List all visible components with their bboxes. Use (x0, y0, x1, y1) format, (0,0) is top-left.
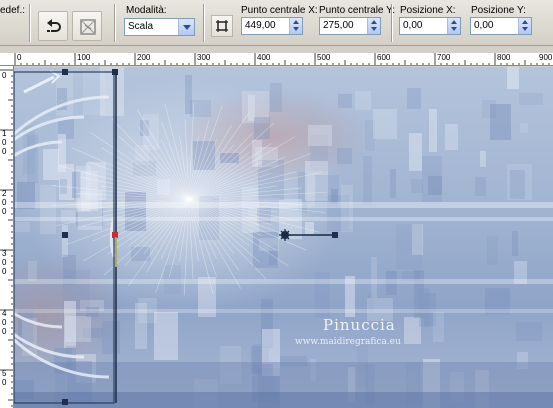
ruler-v-label: 0 (2, 207, 7, 216)
toolbar-separator (203, 4, 205, 42)
ruler-v-label: 3 (2, 249, 7, 258)
pos-x-spinner[interactable] (447, 18, 460, 34)
center-x-spinner[interactable] (289, 18, 302, 34)
ruler-v-label: 2 (2, 189, 7, 198)
watermark-title: Pinuccia (323, 316, 396, 334)
ruler-v-label: 0 (2, 327, 7, 336)
pos-x-field[interactable]: 0,00 (399, 17, 461, 35)
pos-y-spinner[interactable] (518, 18, 531, 34)
ruler-h-label: 500 (317, 53, 331, 62)
center-y-spinner[interactable] (367, 18, 380, 34)
ruler-h-label: 200 (137, 53, 151, 62)
pos-x-label: Posizione X: (400, 5, 456, 16)
pos-y-label: Posizione Y: (471, 5, 526, 16)
horizontal-ruler[interactable]: 0 100 200 300 400 500 600 700 800 900 (0, 53, 553, 66)
handle-top (62, 69, 68, 75)
ruler-v-label: 0 (2, 258, 7, 267)
texture-blocks (14, 67, 543, 408)
reset-transform-icon (80, 19, 96, 35)
toolbar-gap (0, 46, 553, 53)
ruler-v-label: 0 (2, 138, 7, 147)
ruler-v-label: 0 (2, 147, 7, 156)
center-x-value: 449,00 (245, 20, 276, 31)
ruler-v-label: 5 (2, 369, 7, 378)
image-canvas[interactable]: Pinuccia www.maidiregrafica.eu (14, 67, 553, 408)
fit-canvas-button[interactable] (211, 15, 233, 37)
rotate-button[interactable] (38, 11, 68, 41)
reset-transform-button[interactable] (72, 11, 102, 41)
ruler-v-label: 0 (2, 198, 7, 207)
toolbar-separator (114, 4, 116, 42)
ruler-v-label: 0 (2, 378, 7, 387)
ruler-ticks (0, 69, 13, 407)
vertical-ruler[interactable]: 0 1 0 0 2 0 0 3 0 0 4 0 0 5 0 (0, 66, 14, 408)
crop-frame-icon (216, 20, 228, 32)
pos-x-value: 0,00 (403, 20, 423, 31)
ruler-h-label: 800 (497, 53, 511, 62)
mode-label: Modalità: (126, 5, 167, 16)
ruler-v-label: 4 (2, 309, 7, 318)
mode-select[interactable]: Scala (124, 18, 195, 36)
ruler-h-label: 700 (437, 53, 451, 62)
ruler-h-label: 600 (377, 53, 391, 62)
ruler-v-label: 1 (2, 129, 7, 138)
handle-pivot (112, 232, 118, 238)
ruler-v-label: 0 (2, 267, 7, 276)
tool-options-bar: edef.: Modalità: Scala Punto centrale X:… (0, 0, 553, 46)
ruler-h-label: 0 (17, 53, 22, 62)
ruler-v-label: 0 (2, 71, 7, 80)
center-y-label: Punto centrale Y: (319, 5, 395, 16)
preset-label: edef.: (0, 5, 26, 16)
ruler-v-label: 0 (2, 318, 7, 327)
ruler-h-label: 400 (257, 53, 271, 62)
chevron-down-icon[interactable] (178, 19, 194, 35)
ruler-h-label: 300 (197, 53, 211, 62)
artwork-layer (14, 67, 553, 408)
pos-y-field[interactable]: 0,00 (470, 17, 532, 35)
handle-left-mid (62, 232, 68, 238)
ruler-h-label: 100 (77, 53, 91, 62)
center-y-field[interactable]: 275,00 (319, 17, 381, 35)
center-x-field[interactable]: 449,00 (241, 17, 303, 35)
center-x-label: Punto centrale X: (241, 5, 318, 16)
watermark-url: www.maidiregrafica.eu (295, 337, 401, 347)
mode-select-value: Scala (128, 21, 154, 32)
rotate-icon (47, 19, 61, 32)
toolbar-separator (391, 4, 393, 42)
rotation-handle (332, 232, 338, 238)
ruler-h-label: 900 (539, 53, 553, 62)
pos-y-value: 0,00 (474, 20, 494, 31)
center-y-value: 275,00 (323, 20, 354, 31)
toolbar-separator (29, 4, 31, 42)
